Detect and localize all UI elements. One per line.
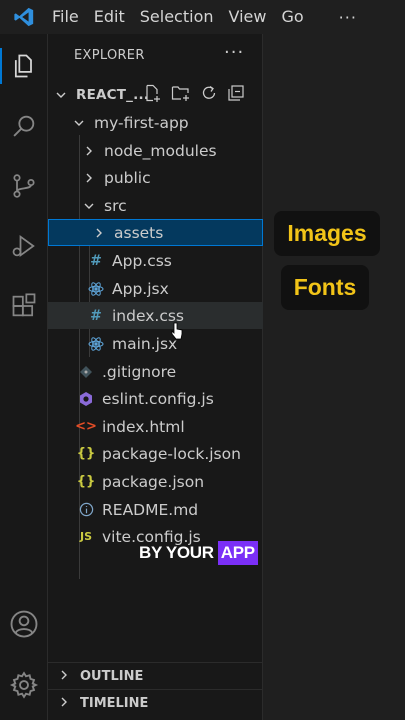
activity-bar (0, 34, 48, 720)
tree-file-eslint-config[interactable]: eslint.config.js (48, 385, 263, 412)
tree-file-app-jsx[interactable]: App.jsx (48, 275, 263, 302)
git-diamond-icon (78, 365, 94, 379)
tree-label: App.jsx (112, 279, 169, 298)
vscode-logo-icon (0, 0, 48, 34)
tree-label: README.md (102, 500, 199, 519)
tree-label: my-first-app (94, 113, 189, 132)
react-icon (88, 281, 104, 297)
tree-label: node_modules (104, 141, 217, 160)
caption-pre: BY YOUR (139, 543, 214, 562)
new-folder-icon[interactable] (171, 84, 191, 106)
tree-folder-assets[interactable]: assets (48, 219, 263, 246)
collapse-all-icon[interactable] (227, 84, 245, 106)
mouse-pointer-icon (171, 322, 183, 340)
tree-folder-public[interactable]: public (48, 164, 263, 191)
tree-folder-my-first-app[interactable]: my-first-app (48, 109, 263, 136)
run-debug-icon[interactable] (0, 222, 48, 270)
tree-label: .gitignore (102, 362, 177, 381)
chevron-down-icon (72, 116, 86, 130)
menu-selection[interactable]: Selection (140, 0, 225, 34)
json-braces-icon: {} (76, 446, 96, 461)
chevron-down-icon (82, 199, 96, 213)
timeline-label: TIMELINE (80, 695, 149, 711)
tree-file-index-css[interactable]: # index.css (48, 302, 263, 329)
source-control-icon[interactable] (0, 162, 48, 210)
tree-folder-src[interactable]: src (48, 192, 263, 219)
extensions-icon[interactable] (0, 282, 48, 330)
tree-label: package-lock.json (102, 444, 241, 463)
chevron-right-icon (82, 144, 96, 158)
tree-label: public (104, 168, 151, 187)
tree-file-main-jsx[interactable]: main.jsx (48, 330, 263, 357)
outline-section[interactable]: OUTLINE (48, 662, 263, 689)
tree-file-package-lock-json[interactable]: {} package-lock.json (48, 440, 263, 467)
tree-file-app-css[interactable]: # App.css (48, 247, 263, 274)
eslint-icon (78, 391, 94, 407)
explorer-sidebar: EXPLORER ··· REACT_... my-first-app node… (48, 34, 263, 720)
tree-label: src (104, 196, 127, 215)
tree-file-package-json[interactable]: {} package.json (48, 468, 263, 495)
tree-label: App.css (112, 251, 172, 270)
chevron-right-icon (58, 696, 72, 710)
tree-label: assets (114, 223, 164, 242)
hash-icon: # (90, 307, 102, 324)
title-bar: File Edit Selection View Go ··· (0, 0, 405, 34)
menu-edit[interactable]: Edit (94, 0, 136, 34)
tree-label: eslint.config.js (102, 389, 214, 408)
project-name: REACT_... (76, 86, 150, 103)
react-icon (88, 336, 104, 352)
chevron-right-icon (92, 226, 106, 240)
explorer-more-icon[interactable]: ··· (224, 42, 244, 63)
editor-area[interactable] (263, 34, 405, 720)
html-brackets-icon: <> (75, 419, 97, 434)
tree-file-gitignore[interactable]: .gitignore (48, 358, 263, 385)
tree-folder-node-modules[interactable]: node_modules (48, 137, 263, 164)
tree-file-index-html[interactable]: <> index.html (48, 413, 263, 440)
account-icon[interactable] (0, 600, 48, 648)
json-braces-icon: {} (76, 474, 96, 489)
tree-label: index.html (102, 417, 185, 436)
menu-go[interactable]: Go (281, 0, 314, 34)
caption-text: BY YOUR APP (139, 540, 258, 566)
fonts-overlay: Fonts (281, 265, 369, 310)
tree-label: package.json (102, 472, 205, 491)
tree-label: main.jsx (112, 334, 178, 353)
js-icon: JS (79, 530, 92, 543)
refresh-icon[interactable] (200, 84, 218, 106)
caption-highlight: APP (217, 541, 258, 565)
timeline-section[interactable]: TIMELINE (48, 689, 263, 716)
chevron-down-icon (54, 88, 68, 102)
hash-icon: # (90, 252, 102, 269)
project-folder-row[interactable]: REACT_... (48, 81, 263, 108)
menu-view[interactable]: View (229, 0, 278, 34)
info-icon (78, 502, 94, 517)
menu-file[interactable]: File (52, 0, 90, 34)
settings-gear-icon[interactable] (0, 661, 48, 709)
explorer-icon[interactable] (0, 42, 48, 90)
search-icon[interactable] (0, 102, 48, 150)
tree-file-readme[interactable]: README.md (48, 496, 263, 523)
menu-more-icon[interactable]: ··· (339, 8, 357, 27)
chevron-right-icon (58, 669, 72, 683)
chevron-right-icon (82, 171, 96, 185)
images-overlay: Images (274, 211, 380, 256)
explorer-title: EXPLORER (74, 48, 145, 63)
new-file-icon[interactable] (144, 84, 162, 106)
outline-label: OUTLINE (80, 668, 144, 684)
explorer-actions (144, 81, 245, 108)
